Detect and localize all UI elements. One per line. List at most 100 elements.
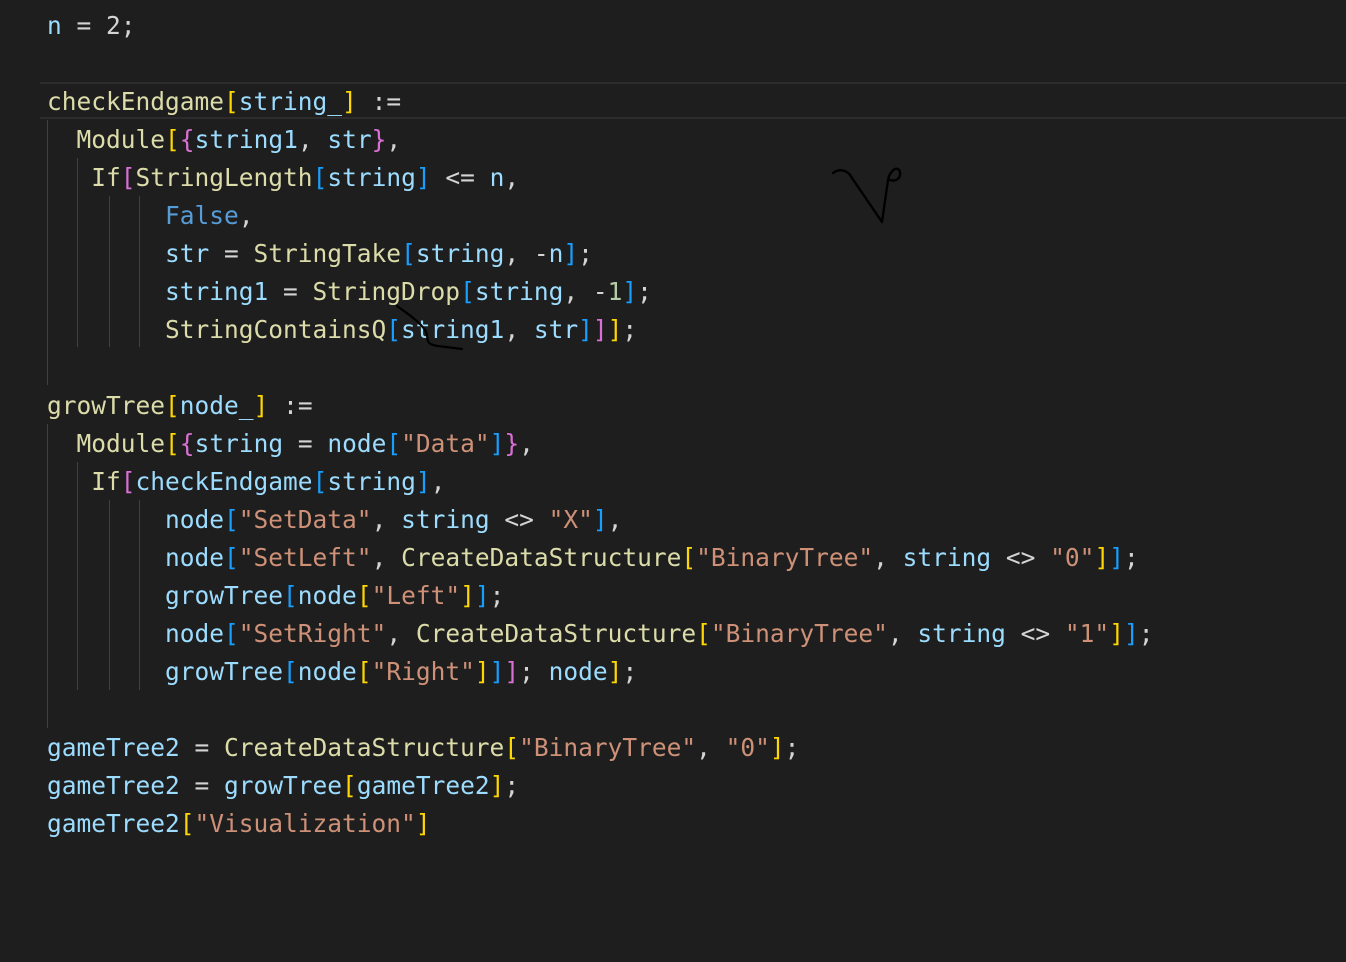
- code-token: [: [342, 771, 357, 800]
- code-token: ;: [784, 733, 800, 762]
- code-token: If: [91, 163, 121, 192]
- code-token: ,: [371, 543, 402, 572]
- code-token: [: [283, 657, 298, 686]
- code-line[interactable]: node["SetLeft", CreateDataStructure["Bin…: [47, 539, 1139, 577]
- code-token: <=: [430, 163, 490, 192]
- code-token: ,: [504, 163, 520, 192]
- code-token: ]: [769, 733, 785, 762]
- code-token: ;: [120, 11, 136, 40]
- code-token: StringLength: [135, 163, 313, 192]
- code-editor[interactable]: n = 2; checkEndgame[string_] := Module[{s…: [0, 0, 1346, 962]
- code-token: "BinaryTree": [710, 619, 888, 648]
- code-line[interactable]: gameTree2 = CreateDataStructure["BinaryT…: [47, 729, 799, 767]
- code-token: ,: [371, 505, 402, 534]
- code-token: CreateDataStructure: [415, 619, 697, 648]
- code-token: [: [224, 87, 239, 116]
- code-line[interactable]: gameTree2 = growTree[gameTree2];: [47, 767, 519, 805]
- code-token: [: [460, 277, 475, 306]
- code-line[interactable]: growTree[node["Right"]]]; node];: [47, 653, 637, 691]
- code-token: "X": [548, 505, 593, 534]
- code-token: node: [548, 657, 608, 686]
- code-token: 2: [106, 11, 121, 40]
- code-token: "BinaryTree": [519, 733, 697, 762]
- code-token: ,: [430, 467, 446, 496]
- code-token: "BinaryTree": [696, 543, 874, 572]
- code-token: n: [548, 239, 564, 268]
- code-token: string1: [194, 125, 298, 154]
- code-token: ]: [489, 771, 505, 800]
- code-token: "SetData": [238, 505, 372, 534]
- code-token: [: [356, 657, 372, 686]
- code-token: <>: [489, 505, 549, 534]
- code-token: [: [120, 163, 136, 192]
- code-token: node: [327, 429, 387, 458]
- code-token: node: [165, 543, 225, 572]
- code-token: gameTree2: [47, 809, 180, 838]
- code-token: [: [165, 125, 180, 154]
- code-token: {: [179, 429, 195, 458]
- code-line[interactable]: growTree[node_] :=: [47, 387, 313, 425]
- code-token: CreateDataStructure: [401, 543, 682, 572]
- code-token: ,: [519, 429, 534, 458]
- code-line[interactable]: Module[{string1, str},: [47, 121, 402, 159]
- pen-stroke-mark: [831, 167, 902, 224]
- code-token: "SetRight": [238, 619, 387, 648]
- code-token: [: [696, 619, 711, 648]
- code-token: {: [179, 125, 195, 154]
- code-token: :=: [268, 391, 313, 420]
- code-line[interactable]: checkEndgame[string_] :=: [47, 83, 401, 121]
- code-token: ]: [1123, 619, 1139, 648]
- code-token: StringTake: [253, 239, 402, 268]
- code-token: node: [165, 619, 225, 648]
- code-token: checkEndgame: [47, 87, 225, 116]
- code-token: growTree: [165, 581, 284, 610]
- code-token: ]: [622, 277, 638, 306]
- code-token: ]: [592, 505, 608, 534]
- code-line[interactable]: node["SetRight", CreateDataStructure["Bi…: [47, 615, 1153, 653]
- code-token: node: [165, 505, 225, 534]
- code-token: "SetLeft": [238, 543, 372, 572]
- code-line[interactable]: If[checkEndgame[string],: [47, 463, 445, 501]
- code-line[interactable]: Module[{string = node["Data"]},: [47, 425, 534, 463]
- code-token: ]: [474, 657, 490, 686]
- code-line[interactable]: False,: [47, 197, 254, 235]
- code-token: [: [386, 429, 402, 458]
- code-line[interactable]: gameTree2["Visualization"]: [47, 805, 431, 843]
- code-token: [: [401, 239, 416, 268]
- code-token: ]: [607, 657, 623, 686]
- code-token: , -: [504, 239, 549, 268]
- code-token: node: [297, 657, 357, 686]
- code-token: ;: [1138, 619, 1154, 648]
- code-token: StringContainsQ: [165, 315, 387, 344]
- code-line[interactable]: node["SetData", string <> "X"],: [47, 501, 622, 539]
- code-token: string1: [165, 277, 269, 306]
- code-token: ]: [474, 581, 490, 610]
- code-line[interactable]: str = StringTake[string, -n];: [47, 235, 593, 273]
- code-token: ]: [504, 657, 520, 686]
- code-token: [: [224, 505, 239, 534]
- code-line[interactable]: StringContainsQ[string1, str]]];: [47, 311, 637, 349]
- code-token: ,: [297, 125, 328, 154]
- code-line[interactable]: growTree[node["Left"]];: [47, 577, 504, 615]
- code-token: ,: [504, 315, 534, 344]
- code-token: node_: [179, 391, 254, 420]
- code-token: ]: [415, 809, 431, 838]
- code-line[interactable]: n = 2;: [47, 7, 136, 45]
- code-token: [: [356, 581, 372, 610]
- code-token: "Right": [371, 657, 475, 686]
- code-line[interactable]: string1 = StringDrop[string, -1];: [47, 273, 652, 311]
- code-token: =: [179, 733, 225, 762]
- code-line[interactable]: If[StringLength[string] <= n,: [47, 159, 519, 197]
- code-token: Module: [76, 429, 166, 458]
